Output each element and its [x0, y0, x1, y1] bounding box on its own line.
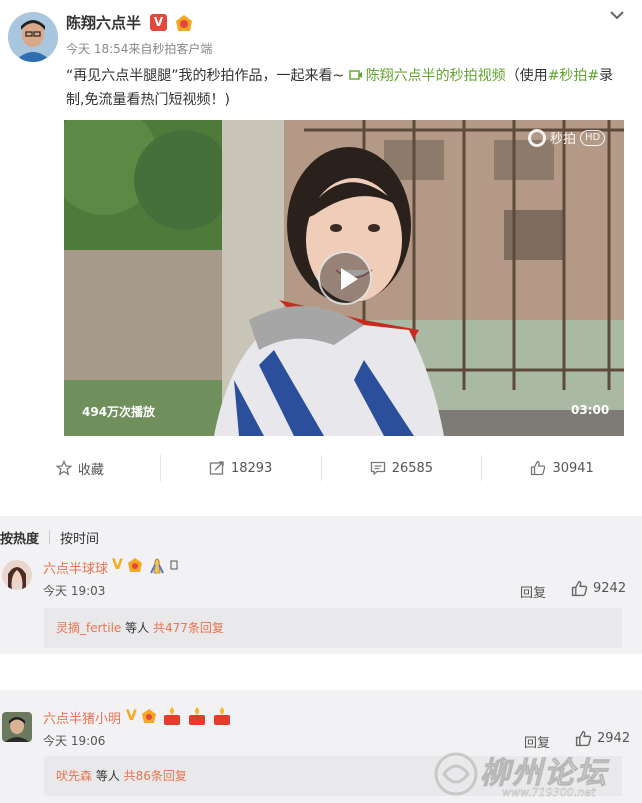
- reply-preview-count[interactable]: 共86条回复: [124, 769, 187, 783]
- watermark-url: www.719300.net: [502, 786, 596, 799]
- dropdown-arrow-icon[interactable]: [608, 8, 626, 22]
- reply-preview-user[interactable]: 吠先森: [56, 769, 92, 783]
- post-text: “再见六点半腿腿”我的秒拍作品，一起来看~ 陈翔六点半的秒拍视频（使用#秒拍#录…: [66, 64, 626, 112]
- comment-like-count: 9242: [593, 581, 627, 596]
- sort-divider: [49, 530, 51, 544]
- thumbs-up-icon: [531, 460, 546, 476]
- commenter-name[interactable]: 六点半球球: [43, 558, 108, 577]
- favorite-button[interactable]: 收藏: [0, 459, 160, 478]
- topic-link[interactable]: #秒拍#: [548, 68, 599, 84]
- comment-divider: [0, 654, 642, 690]
- reply-preview-connector: 等人: [121, 621, 153, 635]
- platform-label: 秒拍: [550, 132, 577, 147]
- watermark-logo-icon: [434, 752, 478, 796]
- author-avatar[interactable]: [8, 12, 58, 62]
- comment-count: 26585: [391, 460, 434, 476]
- post-meta: 今天 18:54来自秒拍客户端: [66, 42, 213, 56]
- video-link-icon: [348, 70, 362, 80]
- vip-badge-icon: [127, 558, 142, 572]
- like-button[interactable]: 30941: [482, 460, 642, 476]
- sort-by-time[interactable]: 按时间: [60, 528, 99, 547]
- forum-watermark: 柳州论坛 www.719300.net: [430, 744, 642, 803]
- comment-like-button[interactable]: 9242: [571, 580, 626, 597]
- emoji-placeholder-icon: [170, 560, 178, 570]
- weibo-post: 陈翔六点半 V 今天 18:54来自秒拍客户端 “再见六点半腿腿”我的秒拍作品，…: [0, 0, 642, 446]
- miaopai-logo-icon: [528, 128, 546, 147]
- pray-emoji-icon: [149, 558, 164, 574]
- commenter-name[interactable]: 六点半猪小明: [43, 708, 121, 727]
- thumbs-up-icon: [571, 580, 588, 597]
- play-icon[interactable]: [318, 251, 372, 305]
- post-action-bar: 收藏 18293 26585 30941: [0, 446, 642, 490]
- post-text-prefix: “再见六点半腿腿”我的秒拍作品，一起来看~: [66, 68, 349, 84]
- sort-by-hot[interactable]: 按热度: [0, 528, 39, 547]
- candle-emoji-icon: [163, 707, 180, 725]
- comment-button[interactable]: 26585: [322, 460, 482, 476]
- star-icon: [55, 460, 72, 476]
- video-duration: 03:00: [571, 403, 610, 417]
- gold-v-badge: V: [112, 557, 123, 573]
- comment-sort-bar: 按热度 按时间: [0, 528, 99, 547]
- comment-time: 今天 19:03: [43, 584, 106, 598]
- commenter-avatar[interactable]: [2, 560, 32, 590]
- reply-button[interactable]: 回复: [520, 582, 546, 601]
- commenter-badges: V: [112, 556, 178, 574]
- like-count: 30941: [552, 460, 594, 476]
- commenter-badges: V: [126, 706, 233, 726]
- post-text-mid: （使用: [505, 68, 548, 84]
- reply-preview-count[interactable]: 共477条回复: [153, 621, 224, 635]
- verified-badge: V: [150, 14, 167, 31]
- comment-time: 今天 19:06: [43, 734, 106, 748]
- reply-preview-connector: 等人: [92, 769, 124, 783]
- play-count: 494万次播放: [82, 405, 156, 419]
- video-link[interactable]: 陈翔六点半的秒拍视频: [348, 68, 506, 84]
- comment-icon: [370, 461, 385, 476]
- gold-v-badge: V: [126, 708, 137, 724]
- commenter-avatar[interactable]: [2, 712, 32, 742]
- video-link-label: 陈翔六点半的秒拍视频: [365, 68, 506, 84]
- candle-emoji-icon: [188, 707, 205, 725]
- reply-preview[interactable]: 灵摘_fertile 等人 共477条回复: [44, 608, 622, 648]
- repost-count: 18293: [230, 460, 273, 476]
- vip-badge-icon: [141, 709, 156, 723]
- vip-badge-icon: [176, 15, 192, 31]
- candle-emoji-icon: [213, 707, 230, 725]
- favorite-label: 收藏: [77, 462, 104, 478]
- reply-preview-user[interactable]: 灵摘_fertile: [56, 621, 121, 635]
- author-name[interactable]: 陈翔六点半: [66, 12, 141, 33]
- video-player[interactable]: 秒拍 HD 494万次播放 03:00: [64, 120, 624, 436]
- repost-icon: [209, 461, 224, 475]
- miaopai-logo: 秒拍 HD: [528, 128, 606, 147]
- hd-badge[interactable]: HD: [580, 129, 606, 146]
- repost-button[interactable]: 18293: [161, 460, 321, 476]
- comment-item: 六点半球球 V 今天 19:03 回复 9242 灵摘_fertile 等人 共…: [0, 552, 642, 654]
